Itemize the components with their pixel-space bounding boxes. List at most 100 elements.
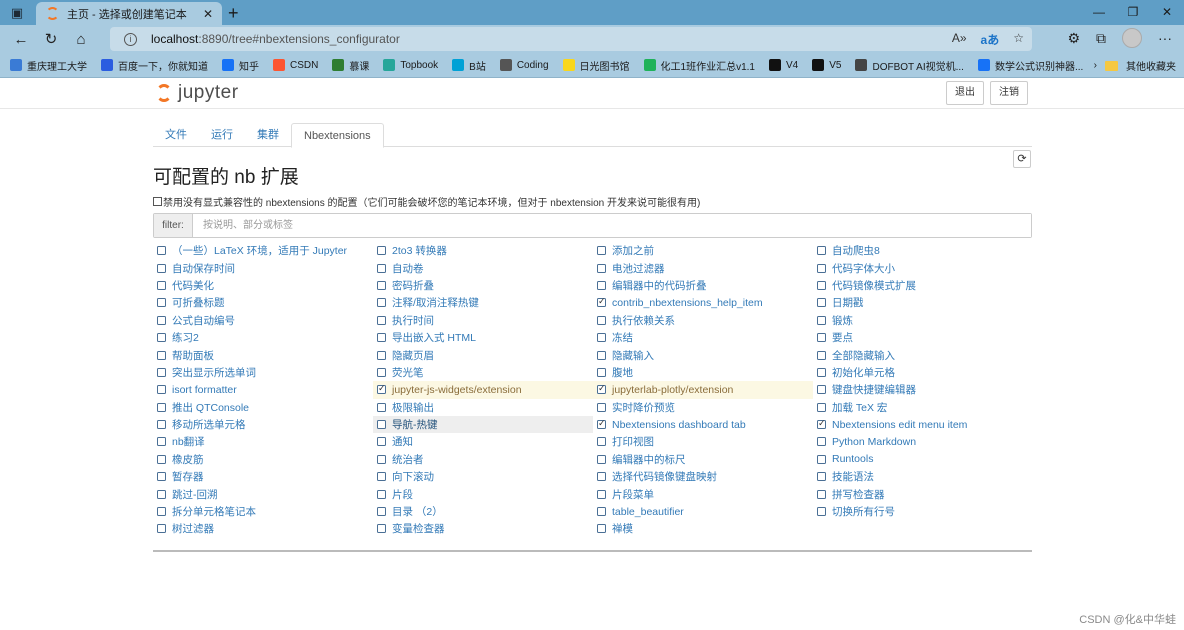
extension-checkbox[interactable] [377, 402, 386, 412]
extension-item[interactable]: 编辑器中的代码折叠 [593, 277, 813, 294]
extension-checkbox[interactable] [597, 350, 606, 360]
extension-label[interactable]: 自动爬虫8 [832, 243, 880, 258]
extension-item[interactable]: 可折叠标题 [153, 294, 373, 311]
extension-item[interactable]: 执行时间 [373, 312, 593, 329]
extension-item[interactable]: 注释/取消注释热键 [373, 294, 593, 311]
profile-avatar[interactable] [1122, 28, 1142, 48]
extension-checkbox[interactable] [597, 296, 606, 308]
extension-item[interactable]: 代码镜像模式扩展 [813, 277, 1033, 294]
collections-icon[interactable]: ⧉ [1096, 30, 1106, 47]
extension-item[interactable]: 要点 [813, 329, 1033, 346]
extension-checkbox[interactable] [157, 367, 166, 377]
extension-checkbox[interactable] [377, 315, 386, 325]
bookmark-item[interactable]: DOFBOT AI视觉机... [855, 58, 964, 73]
extension-checkbox[interactable] [377, 280, 386, 290]
extension-checkbox[interactable] [817, 489, 826, 499]
extension-item[interactable]: Runtools [813, 451, 1033, 468]
extension-item[interactable]: 初始化单元格 [813, 364, 1033, 381]
extension-label[interactable]: 编辑器中的代码折叠 [612, 278, 707, 293]
extension-item[interactable]: 隐藏页眉 [373, 346, 593, 363]
minimize-icon[interactable]: — [1082, 0, 1116, 24]
extension-item[interactable]: 选择代码镜像键盘映射 [593, 468, 813, 485]
extension-item[interactable]: 自动爬虫8 [813, 242, 1033, 259]
extension-label[interactable]: 打印视图 [612, 434, 654, 449]
extension-checkbox[interactable] [817, 263, 826, 273]
extension-checkbox[interactable] [157, 333, 166, 343]
reload-icon[interactable]: ↻ [36, 30, 66, 48]
extension-item[interactable]: 冻结 [593, 329, 813, 346]
extension-label[interactable]: 极限输出 [392, 400, 434, 415]
extension-label[interactable]: 自动卷 [392, 261, 424, 276]
extension-item[interactable]: 密码折叠 [373, 277, 593, 294]
filter-input[interactable] [193, 214, 1031, 237]
extension-label[interactable]: 树过滤器 [172, 521, 214, 536]
extension-checkbox[interactable] [377, 454, 386, 464]
extension-item[interactable]: 技能语法 [813, 468, 1033, 485]
new-tab-icon[interactable]: + [228, 3, 239, 24]
extension-label[interactable]: 拼写检查器 [832, 487, 885, 502]
extension-label[interactable]: isort formatter [172, 384, 237, 396]
extension-checkbox[interactable] [597, 246, 606, 256]
extension-item[interactable]: （一些）LaTeX 环境，适用于 Jupyter [153, 242, 373, 259]
extension-label[interactable]: Python Markdown [832, 436, 916, 448]
extension-item[interactable]: 荧光笔 [373, 364, 593, 381]
extension-item[interactable]: 实时降价预览 [593, 399, 813, 416]
bookmark-item[interactable]: 数学公式识别神器... [977, 58, 1083, 73]
extension-label[interactable]: 目录 （2） [392, 504, 443, 519]
home-icon[interactable]: ⌂ [66, 31, 96, 48]
extension-checkbox[interactable] [817, 385, 826, 395]
back-icon[interactable]: ← [6, 31, 36, 48]
extension-checkbox[interactable] [817, 437, 826, 447]
address-bar[interactable]: i localhost:8890/tree#nbextensions_confi… [110, 27, 1032, 51]
extension-item[interactable]: 切换所有行号 [813, 503, 1033, 520]
extension-checkbox[interactable] [157, 524, 166, 534]
extension-item[interactable]: 添加之前 [593, 242, 813, 259]
extension-label[interactable]: 2to3 转换器 [392, 243, 447, 258]
extension-item[interactable]: 突出显示所选单词 [153, 364, 373, 381]
extension-item[interactable]: 编辑器中的标尺 [593, 451, 813, 468]
extension-item[interactable]: 加载 TeX 宏 [813, 399, 1033, 416]
other-bookmarks[interactable]: 其他收藏夹 [1126, 58, 1176, 73]
extension-checkbox[interactable] [597, 333, 606, 343]
extension-item[interactable]: 暂存器 [153, 468, 373, 485]
extension-checkbox[interactable] [597, 383, 606, 395]
extension-checkbox[interactable] [597, 402, 606, 412]
extension-label[interactable]: 执行时间 [392, 313, 434, 328]
extension-checkbox[interactable] [377, 333, 386, 343]
extension-item[interactable]: 极限输出 [373, 399, 593, 416]
extension-label[interactable]: 自动保存时间 [172, 261, 235, 276]
extension-label[interactable]: 推出 QTConsole [172, 400, 249, 415]
extension-item[interactable]: 拼写检查器 [813, 485, 1033, 502]
bookmark-item[interactable]: 日光图书馆 [562, 58, 630, 73]
extension-item[interactable]: 橡皮筋 [153, 451, 373, 468]
extension-checkbox[interactable] [377, 246, 386, 256]
extension-item[interactable]: 练习2 [153, 329, 373, 346]
extension-label[interactable]: 禅模 [612, 521, 633, 536]
extension-label[interactable]: 练习2 [172, 330, 199, 345]
extension-checkbox[interactable] [157, 246, 166, 256]
extension-checkbox[interactable] [817, 350, 826, 360]
extension-item[interactable]: 打印视图 [593, 433, 813, 450]
extension-label[interactable]: 加载 TeX 宏 [832, 400, 887, 415]
extension-label[interactable]: nb翻译 [172, 434, 205, 449]
bookmark-item[interactable]: V5 [812, 59, 841, 71]
extension-checkbox[interactable] [377, 350, 386, 360]
extension-label[interactable]: 橡皮筋 [172, 452, 204, 467]
extension-item[interactable]: 树过滤器 [153, 520, 373, 537]
browser-tab[interactable]: 主页 - 选择或创建笔记本 ✕ [36, 2, 222, 25]
extension-label[interactable]: 电池过滤器 [612, 261, 665, 276]
extension-checkbox[interactable] [157, 298, 166, 308]
extension-label[interactable]: 变量检查器 [392, 521, 445, 536]
extension-checkbox[interactable] [377, 507, 386, 517]
extension-item[interactable]: 移动所选单元格 [153, 416, 373, 433]
extension-checkbox[interactable] [817, 367, 826, 377]
extension-item[interactable]: 片段菜单 [593, 485, 813, 502]
extension-item[interactable]: jupyterlab-plotly/extension [593, 381, 813, 399]
extension-label[interactable]: 帮助面板 [172, 348, 214, 363]
tab-actions-icon[interactable]: ▣ [8, 5, 26, 21]
extension-item[interactable]: 自动卷 [373, 259, 593, 276]
extension-label[interactable]: 实时降价预览 [612, 400, 675, 415]
extension-checkbox[interactable] [597, 524, 606, 534]
extension-item[interactable]: 目录 （2） [373, 503, 593, 520]
extension-checkbox[interactable] [597, 437, 606, 447]
